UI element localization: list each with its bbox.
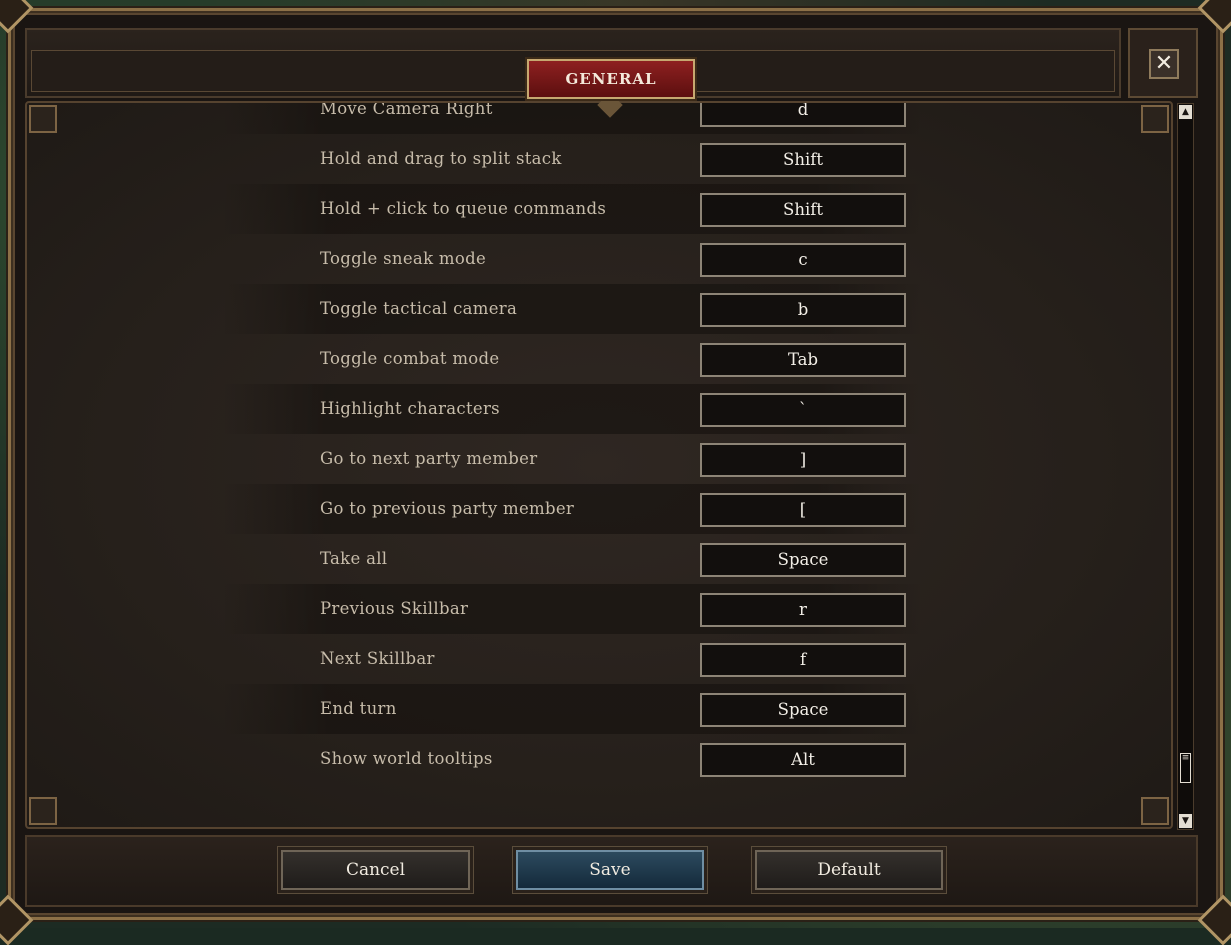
keybinding-key-field[interactable]: ` — [700, 393, 906, 427]
keybinding-row: Toggle combat mode Tab — [27, 334, 1171, 384]
keybinding-action-label: Show world tooltips — [320, 749, 493, 768]
save-button[interactable]: Save — [516, 850, 704, 890]
keybinding-key-field[interactable]: d — [700, 103, 906, 127]
keybinding-key-field[interactable]: Space — [700, 543, 906, 577]
keybinding-row: Toggle sneak mode c — [27, 234, 1171, 284]
cancel-button-label: Cancel — [345, 860, 406, 880]
tab-general-label: GENERAL — [565, 70, 657, 88]
scroll-down-arrow-icon[interactable]: ▼ — [1179, 814, 1192, 828]
keybinding-row: End turn Space — [27, 684, 1171, 734]
keybinding-row: Toggle tactical camera b — [27, 284, 1171, 334]
keybinding-row: Hold and drag to split stack Shift — [27, 134, 1171, 184]
keybinding-action-label: Hold and drag to split stack — [320, 149, 562, 168]
keybinding-action-label: Hold + click to queue commands — [320, 199, 607, 218]
keybinding-row: Take all Space — [27, 534, 1171, 584]
keybinding-row: Show world tooltips Alt — [27, 734, 1171, 784]
save-button-label: Save — [589, 860, 631, 880]
keybinding-action-label: Take all — [320, 549, 388, 568]
keybinding-key-field[interactable]: ] — [700, 443, 906, 477]
keybinding-action-label: Move Camera Right — [320, 101, 493, 118]
panel-corner-ornament — [1141, 797, 1169, 825]
keybinding-key-field[interactable]: r — [700, 593, 906, 627]
keybinding-key-field[interactable]: b — [700, 293, 906, 327]
default-button-label: Default — [817, 860, 881, 880]
close-icon: ✕ — [1154, 51, 1174, 76]
keybinding-key-field[interactable]: c — [700, 243, 906, 277]
keybinding-action-label: Go to next party member — [320, 449, 538, 468]
keybinding-key-field[interactable]: Shift — [700, 193, 906, 227]
keybinding-key-field[interactable]: f — [700, 643, 906, 677]
keybinding-row: Next Skillbar f — [27, 634, 1171, 684]
keybinding-action-label: Toggle sneak mode — [320, 249, 487, 268]
keybinding-row: Go to previous party member [ — [27, 484, 1171, 534]
panel-corner-ornament — [29, 797, 57, 825]
keybinding-key-field[interactable]: Shift — [700, 143, 906, 177]
keybinding-key-field[interactable]: Alt — [700, 743, 906, 777]
scrollbar[interactable]: ▲ ≡ ▼ — [1177, 103, 1194, 830]
default-button[interactable]: Default — [755, 850, 943, 890]
keybinding-key-field[interactable]: Tab — [700, 343, 906, 377]
keybindings-list-panel: Move Camera Right d Hold and drag to split… — [25, 101, 1173, 829]
keybinding-row: Highlight characters ` — [27, 384, 1171, 434]
keybinding-key-field[interactable]: Space — [700, 693, 906, 727]
keybinding-action-label: Toggle tactical camera — [320, 299, 518, 318]
keybindings-list: Move Camera Right d Hold and drag to split… — [27, 101, 1171, 784]
close-button[interactable]: ✕ — [1149, 49, 1179, 79]
scroll-up-arrow-icon[interactable]: ▲ — [1179, 105, 1192, 119]
keybinding-row: Previous Skillbar r — [27, 584, 1171, 634]
keybinding-action-label: Next Skillbar — [320, 649, 435, 668]
cancel-button[interactable]: Cancel — [281, 850, 470, 890]
keybinding-action-label: End turn — [320, 699, 397, 718]
keybinding-action-label: Highlight characters — [320, 399, 500, 418]
keybinding-row: Go to next party member] — [27, 434, 1171, 484]
keybinding-action-label: Go to previous party member — [320, 499, 575, 518]
tab-general[interactable]: GENERAL — [527, 59, 695, 99]
close-button-frame: ✕ — [1128, 28, 1198, 98]
scrollbar-thumb[interactable]: ≡ — [1180, 753, 1191, 783]
keybinding-key-field[interactable]: [ — [700, 493, 906, 527]
keybinding-action-label: Previous Skillbar — [320, 599, 469, 618]
keybinding-action-label: Toggle combat mode — [320, 349, 500, 368]
keybinding-row: Hold + click to queue commands Shift — [27, 184, 1171, 234]
